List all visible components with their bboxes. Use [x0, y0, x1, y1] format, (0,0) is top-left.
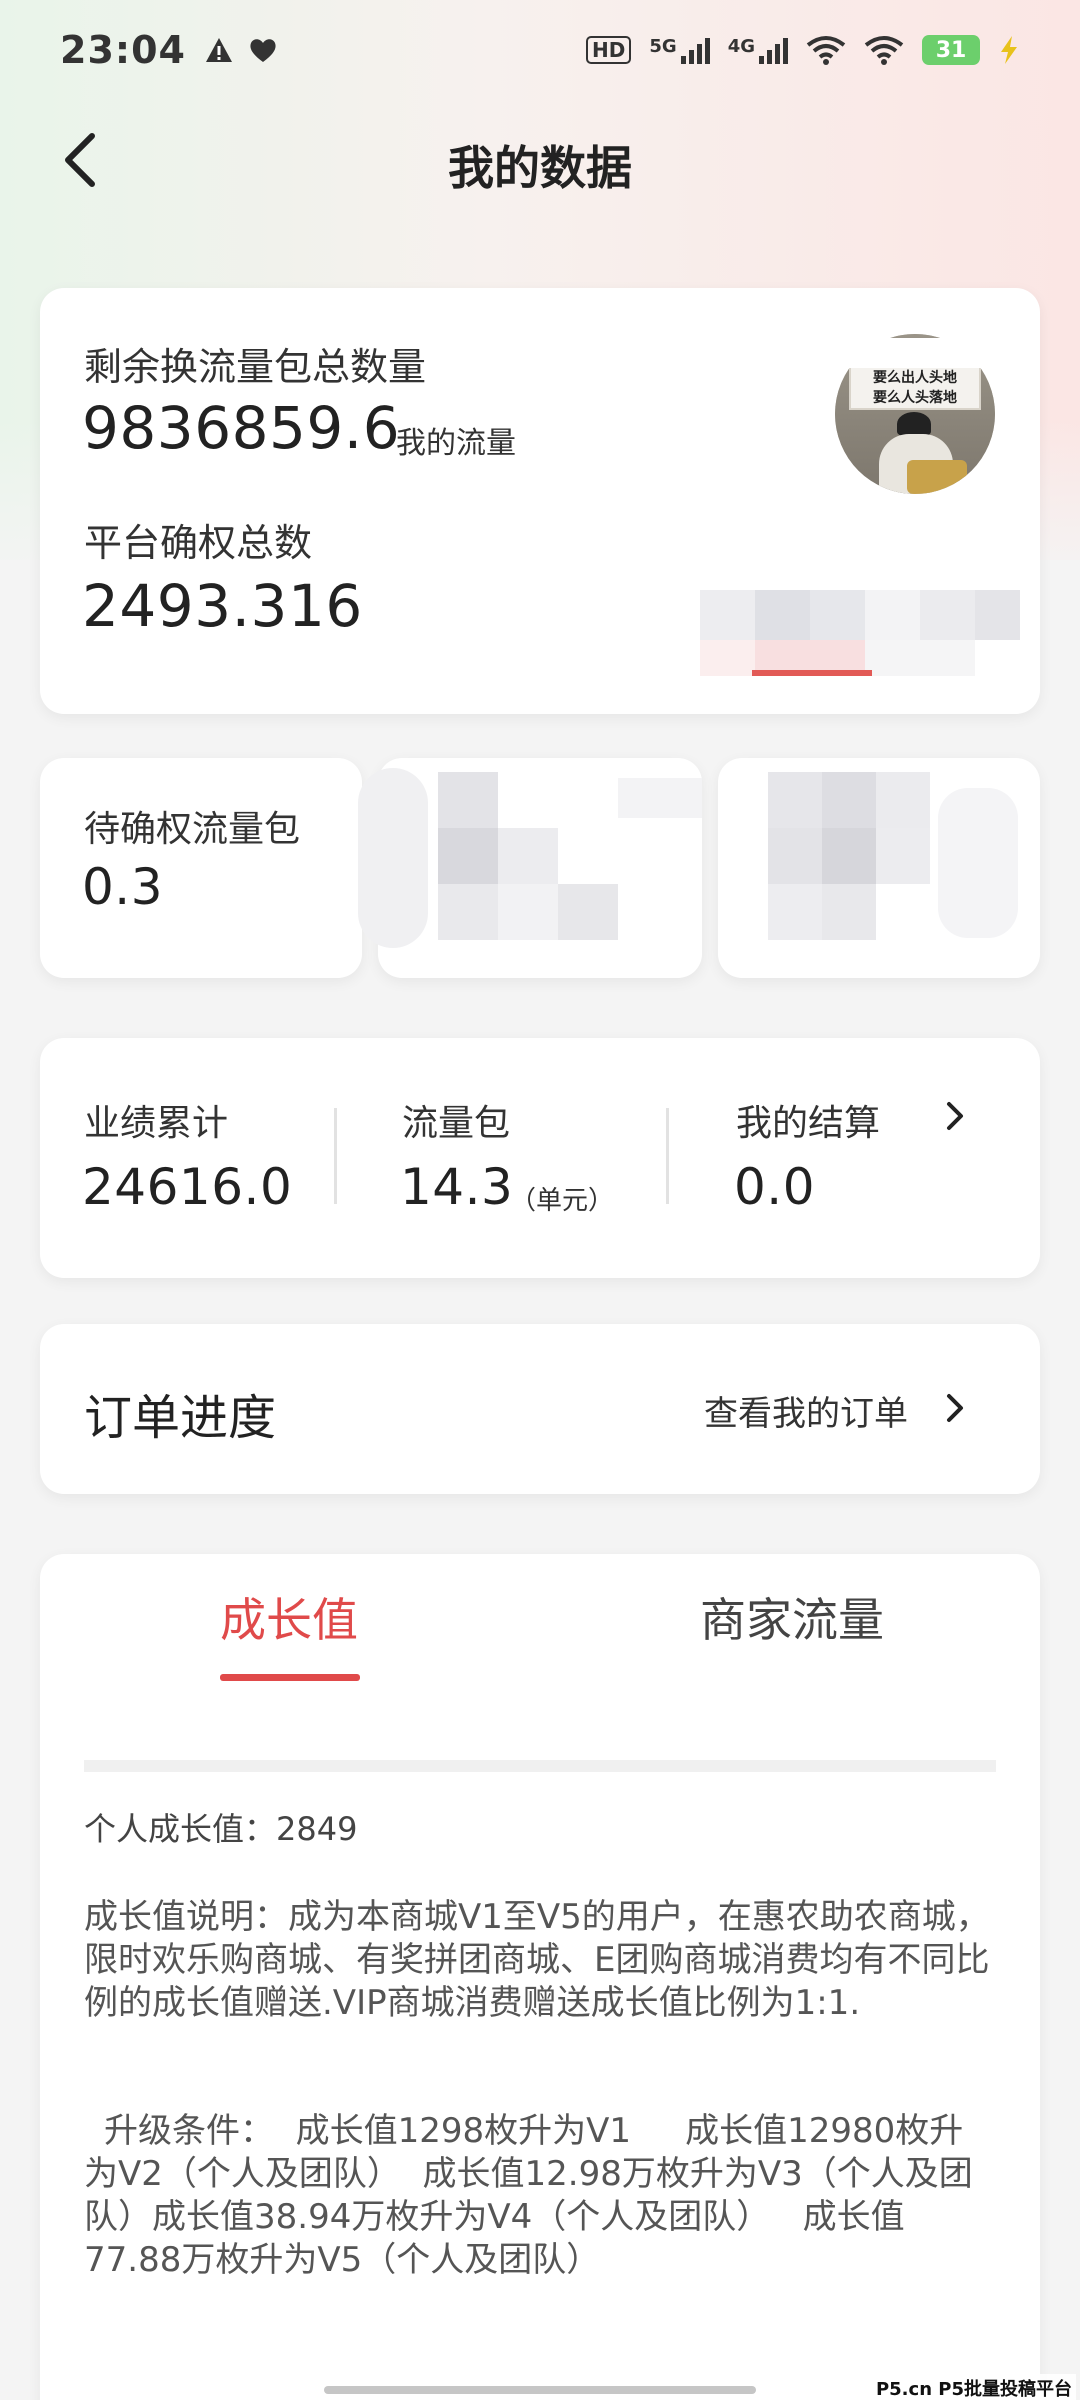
pending-label: 待确权流量包	[84, 809, 301, 850]
status-time: 23:04	[60, 28, 186, 72]
wifi-icon-2	[864, 36, 904, 65]
watermark: P5.cn P5批量投稿平台	[871, 2374, 1076, 2400]
my-traffic-link[interactable]: 我的流量	[396, 418, 516, 462]
platform-value: 2493.316	[82, 572, 363, 640]
upgrade-conditions: 升级条件： 成长值1298枚升为V1 成长值12980枚升为V2（个人及团队） …	[84, 2111, 973, 2280]
platform-label: 平台确权总数	[84, 521, 313, 565]
orders-card[interactable]: 订单进度 查看我的订单	[40, 1324, 1040, 1494]
divider	[334, 1108, 337, 1204]
warning-icon	[205, 38, 232, 62]
blurred-region	[660, 328, 1040, 688]
charging-icon	[1001, 36, 1017, 64]
settlement-label[interactable]: 我的结算	[736, 1094, 880, 1146]
performance-label: 业绩累计	[84, 1103, 229, 1144]
battery-icon: 31	[922, 35, 980, 65]
home-indicator[interactable]	[324, 2386, 756, 2394]
view-orders-link[interactable]: 查看我的订单	[704, 1386, 908, 1435]
signal-4g-icon: 4G	[728, 36, 788, 64]
summary-card: 剩余换流量包总数量 9836859.6 我的流量 平台确权总数 2493.316…	[40, 288, 1040, 714]
pending-value: 0.3	[82, 858, 164, 916]
status-bar: 23:04 HD 5G 4G 31	[0, 0, 1080, 100]
orders-title: 订单进度	[84, 1390, 277, 1446]
packet-label: 流量包	[402, 1103, 511, 1144]
status-right-icons: HD 5G 4G 31	[586, 35, 1020, 65]
remaining-label: 剩余换流量包总数量	[84, 345, 427, 389]
blurred-card-1	[358, 758, 702, 978]
hd-icon: HD	[586, 36, 632, 64]
stats-card: 业绩累计 24616.0 流量包 14.3 （单元） 我的结算 0.0	[40, 1038, 1040, 1278]
blurred-card-2	[718, 758, 1040, 978]
remaining-value: 9836859.6	[82, 394, 401, 462]
wifi-icon	[806, 36, 846, 65]
tab-merchant-traffic[interactable]: 商家流量	[700, 1584, 884, 1650]
nav-bar: 我的数据	[0, 110, 1080, 210]
heart-icon	[250, 39, 276, 62]
growth-description: 成长值说明：成为本商城V1至V5的用户，在惠农助农商城，限时欢乐购商城、有奖拼团…	[84, 1897, 990, 2023]
performance-value: 24616.0	[82, 1158, 293, 1216]
tab-growth[interactable]: 成长值	[220, 1584, 358, 1650]
signal-5g-icon: 5G	[649, 36, 710, 64]
packet-value: 14.3	[400, 1158, 514, 1216]
active-tab-indicator	[220, 1674, 360, 1681]
personal-growth-value: 个人成长值：2849	[84, 1810, 358, 1848]
pending-card: 待确权流量包 0.3	[40, 758, 362, 978]
status-left-icons	[204, 36, 278, 64]
chevron-right-icon[interactable]	[940, 1096, 970, 1136]
growth-tabs-card: 成长值 商家流量 个人成长值：2849 成长值说明：成为本商城V1至V5的用户，…	[40, 1554, 1040, 2400]
chevron-right-icon[interactable]	[940, 1388, 970, 1428]
divider	[666, 1108, 669, 1204]
page-title: 我的数据	[448, 141, 632, 195]
tab-separator	[84, 1760, 996, 1772]
packet-unit: （单元）	[510, 1186, 615, 1216]
settlement-value: 0.0	[734, 1158, 816, 1216]
